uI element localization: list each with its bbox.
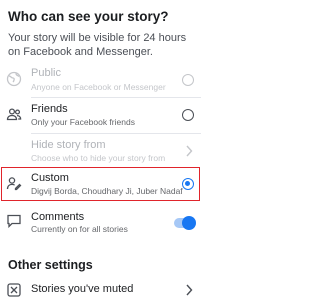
muted-icon bbox=[6, 282, 22, 298]
stories-muted-row[interactable]: Stories you've muted bbox=[0, 280, 201, 300]
audience-option-friends[interactable]: Friends Only your Facebook friends bbox=[0, 99, 201, 131]
public-radio[interactable] bbox=[182, 74, 194, 86]
divider bbox=[31, 97, 201, 98]
audience-option-label: Custom bbox=[31, 172, 69, 184]
stories-muted-label: Stories you've muted bbox=[31, 283, 134, 295]
audience-option-label: Public bbox=[31, 67, 61, 79]
other-settings-title: Other settings bbox=[8, 258, 93, 272]
comments-row[interactable]: Comments Currently on for all stories bbox=[0, 208, 201, 238]
friends-icon bbox=[6, 106, 22, 122]
audience-option-sublabel: Only your Facebook friends bbox=[31, 117, 135, 127]
chevron-right-icon bbox=[185, 145, 193, 157]
audience-option-public[interactable]: Public Anyone on Facebook or Messenger bbox=[0, 64, 201, 96]
audience-option-sublabel: Digvij Borda, Choudhary Ji, Juber Nadaf bbox=[31, 186, 183, 196]
audience-option-hide-story-from[interactable]: Hide story from Choose who to hide your … bbox=[0, 135, 201, 167]
custom-audience-icon bbox=[6, 175, 22, 191]
comment-icon bbox=[6, 212, 22, 228]
page-description: Your story will be visible for 24 hours … bbox=[8, 32, 187, 58]
audience-option-label: Hide story from bbox=[31, 139, 106, 151]
audience-option-label: Friends bbox=[31, 103, 68, 115]
custom-radio[interactable] bbox=[182, 178, 194, 190]
divider bbox=[31, 133, 201, 134]
friends-radio[interactable] bbox=[182, 109, 194, 121]
comments-sublabel: Currently on for all stories bbox=[31, 224, 128, 234]
page-title: Who can see your story? bbox=[8, 9, 169, 24]
globe-icon bbox=[6, 71, 22, 87]
comments-toggle[interactable] bbox=[174, 216, 196, 230]
audience-option-custom[interactable]: Custom Digvij Borda, Choudhary Ji, Juber… bbox=[0, 169, 201, 199]
comments-label: Comments bbox=[31, 211, 85, 223]
audience-option-sublabel: Anyone on Facebook or Messenger bbox=[31, 82, 166, 92]
audience-option-sublabel: Choose who to hide your story from bbox=[31, 153, 166, 163]
chevron-right-icon bbox=[185, 284, 193, 296]
